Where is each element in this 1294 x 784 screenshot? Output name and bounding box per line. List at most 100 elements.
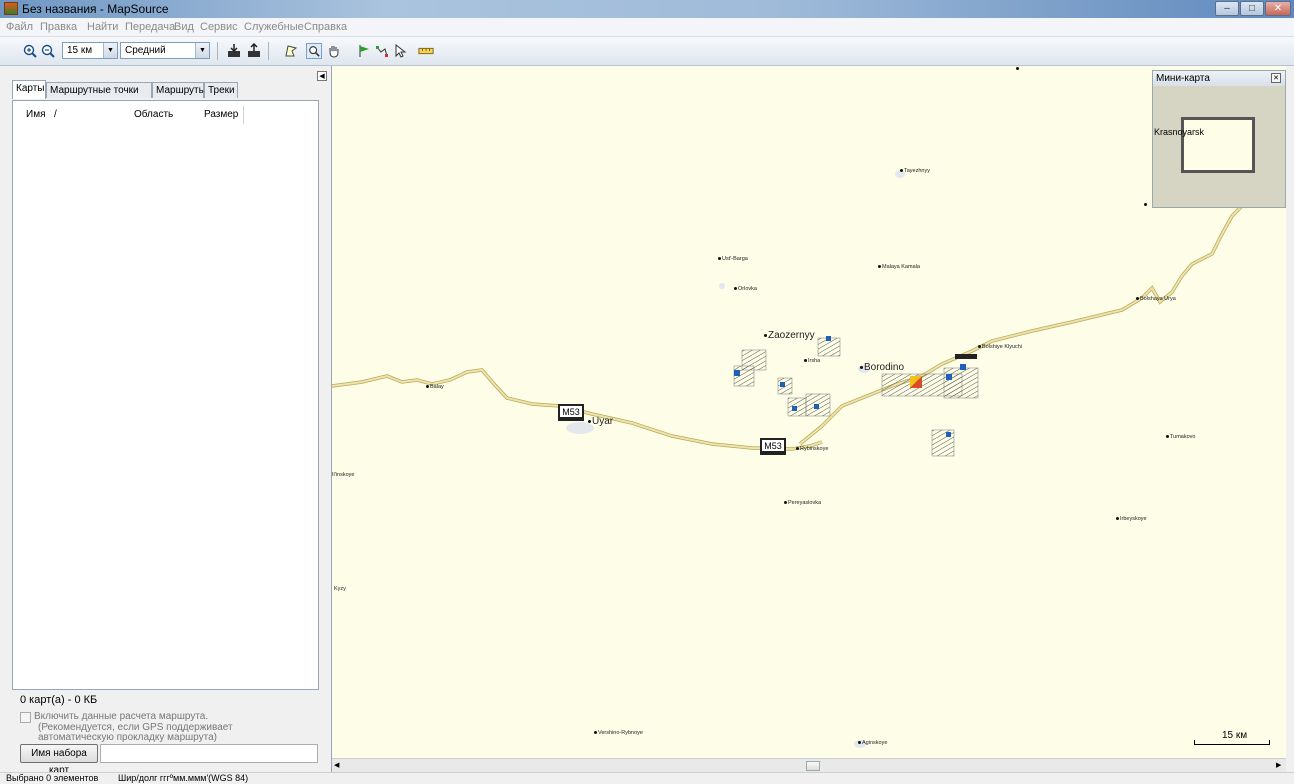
mini-map-viewport[interactable] xyxy=(1181,117,1255,173)
place-label[interactable]: Bolshiye Klyuchi xyxy=(978,344,1022,350)
place-dot-icon xyxy=(1116,517,1119,521)
send-to-device-icon[interactable] xyxy=(246,43,262,59)
place-label[interactable]: Aginskoye xyxy=(858,740,887,746)
mapset-name-button[interactable]: Имя набора карт xyxy=(20,744,98,776)
horizontal-scrollbar[interactable]: ◀ ▶ xyxy=(332,758,1286,773)
column-divider xyxy=(243,106,244,124)
map-selection-icon[interactable] xyxy=(283,43,299,59)
zoom-out-icon[interactable] xyxy=(40,43,56,59)
tab-waypoints[interactable]: Маршрутные точки (924) xyxy=(46,82,152,111)
menu-utilities[interactable]: Служебные xyxy=(244,21,304,33)
place-dot-icon xyxy=(1166,435,1169,439)
select-arrow-icon[interactable] xyxy=(392,43,408,59)
menu-find[interactable]: Найти xyxy=(87,21,118,33)
place-dot-icon xyxy=(734,287,737,291)
zoom-scale-select[interactable]: 15 км ▼ xyxy=(62,42,118,59)
menu-file[interactable]: Файл xyxy=(6,21,33,33)
route-data-label: Включить данные расчета маршрута. xyxy=(34,711,209,722)
toolbar-separator xyxy=(268,42,269,60)
place-dot-icon xyxy=(1016,66,1020,72)
zoom-in-icon[interactable] xyxy=(22,43,38,59)
route-data-checkbox[interactable] xyxy=(20,712,31,723)
mapset-name-input[interactable] xyxy=(100,744,318,763)
place-label[interactable]: Borodino xyxy=(860,362,904,373)
scroll-left-icon[interactable]: ◀ xyxy=(334,761,339,769)
scrollbar-thumb[interactable] xyxy=(806,761,820,771)
place-dot-icon xyxy=(588,419,591,423)
toolbar-separator xyxy=(217,42,218,60)
vertical-scrollbar[interactable] xyxy=(1286,66,1294,758)
menu-service[interactable]: Сервис xyxy=(200,21,238,33)
scroll-right-icon[interactable]: ▶ xyxy=(1276,761,1281,769)
close-icon[interactable]: ✕ xyxy=(1271,73,1281,83)
app-icon xyxy=(4,2,18,15)
column-header-region[interactable]: Область xyxy=(134,109,173,120)
place-label[interactable]: Balay xyxy=(426,384,444,390)
place-label[interactable]: Kyzy xyxy=(334,586,346,592)
receive-from-device-icon[interactable] xyxy=(226,43,242,59)
column-header-name[interactable]: Имя xyxy=(26,109,45,120)
column-header-size[interactable]: Размер xyxy=(204,109,238,120)
place-label[interactable]: Ust'-Barga xyxy=(718,256,748,262)
route-data-note: автоматическую прокладку маршрута) xyxy=(38,732,217,743)
road-shield-m53[interactable]: M53 xyxy=(760,438,786,455)
place-dot-icon xyxy=(594,731,597,735)
collapse-panel-button[interactable]: ◀ xyxy=(317,71,327,81)
window-title: Без названия - MapSource xyxy=(22,2,169,16)
place-dot-icon xyxy=(796,447,799,451)
quarry-symbols xyxy=(733,336,979,457)
road-shield-m53[interactable]: M53 xyxy=(558,404,584,421)
place-label[interactable]: Il'inskoye xyxy=(332,472,354,478)
place-dot-icon xyxy=(978,345,981,349)
minimize-button[interactable]: – xyxy=(1215,1,1239,16)
chevron-down-icon: ▼ xyxy=(195,43,209,58)
zoom-tool-icon[interactable] xyxy=(306,43,322,59)
map-view[interactable]: Tayezhnyy Ust'-Barga Malaya Kamala Orlov… xyxy=(332,66,1286,758)
place-dot-icon xyxy=(900,169,903,173)
place-label[interactable]: Pereyaslovka xyxy=(784,500,821,506)
mini-map-panel[interactable]: Мини-карта ✕ Krasnoyarsk xyxy=(1152,70,1286,208)
measure-ruler-icon[interactable] xyxy=(418,43,434,59)
place-label[interactable]: Uyar xyxy=(588,416,613,427)
status-bar: Выбрано 0 элементов Шир/долг гггºмм.ммм'… xyxy=(0,772,1294,784)
title-bar: Без названия - MapSource – □ ✕ xyxy=(0,0,1294,18)
menu-view[interactable]: Вид xyxy=(174,21,194,33)
route-tool-icon[interactable] xyxy=(374,43,390,59)
place-label[interactable]: Irsha xyxy=(804,358,820,364)
place-label[interactable]: Bolshaya Urya xyxy=(1136,296,1176,302)
waypoint-flag-icon[interactable] xyxy=(356,43,372,59)
menu-edit[interactable]: Правка xyxy=(40,21,77,33)
detail-level-select[interactable]: Средний ▼ xyxy=(120,42,210,59)
scale-label: 15 км xyxy=(1222,730,1248,741)
place-label[interactable]: Rybinskoye xyxy=(796,446,828,452)
place-dot-icon xyxy=(784,501,787,505)
close-button[interactable]: ✕ xyxy=(1265,1,1291,16)
place-label[interactable]: Orlovka xyxy=(734,286,757,292)
place-dot-icon xyxy=(858,741,861,745)
menu-bar: Файл Правка Найти Передача Вид Сервис Сл… xyxy=(0,18,1294,37)
place-dot-icon xyxy=(1144,202,1148,208)
place-label[interactable]: Irbeyskoye xyxy=(1116,516,1147,522)
mini-map-title: Мини-карта xyxy=(1153,71,1285,86)
place-label[interactable]: Tayezhnyy xyxy=(900,168,930,174)
tab-maps[interactable]: Карты xyxy=(12,80,46,99)
maximize-button[interactable]: □ xyxy=(1240,1,1264,16)
place-label[interactable]: Vershino-Rybnoye xyxy=(594,730,643,736)
scale-bar xyxy=(1194,740,1270,745)
hand-tool-icon[interactable] xyxy=(326,43,342,59)
place-dot-icon xyxy=(426,385,429,389)
menu-transfer[interactable]: Передача xyxy=(125,21,175,33)
place-dot-icon xyxy=(860,365,863,369)
tab-tracks[interactable]: Треки xyxy=(204,82,238,98)
toolbar: 15 км ▼ Средний ▼ xyxy=(0,37,1294,66)
maps-count-label: 0 карт(а) - 0 КБ xyxy=(20,694,98,706)
place-label[interactable]: Zaozernyy xyxy=(764,330,815,341)
maps-list[interactable] xyxy=(12,100,319,690)
place-label[interactable]: Tumakovo xyxy=(1166,434,1195,440)
place-label[interactable]: Malaya Kamala xyxy=(878,264,920,270)
menu-help[interactable]: Справка xyxy=(304,21,347,33)
tab-routes[interactable]: Маршруты xyxy=(152,82,206,98)
mini-map-city-label: Krasnoyarsk xyxy=(1154,127,1205,137)
place-dot-icon xyxy=(804,359,807,363)
selection-status: Выбрано 0 элементов xyxy=(6,773,99,783)
